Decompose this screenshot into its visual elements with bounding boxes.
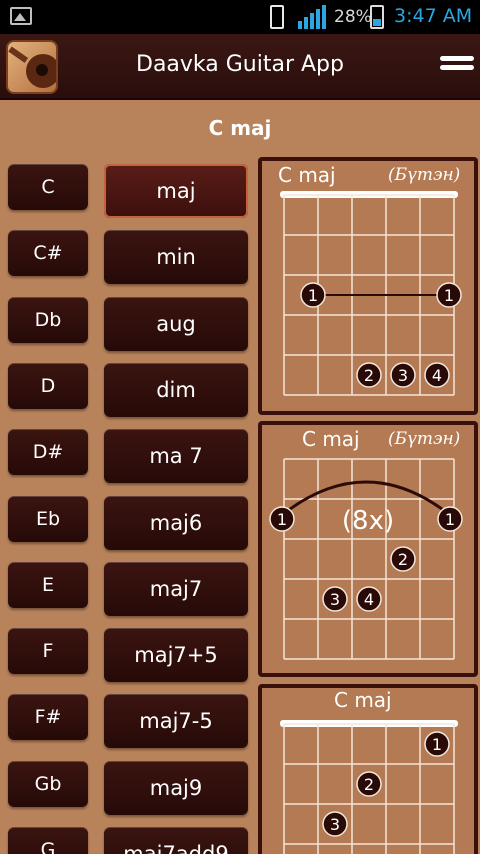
finger-dot: 2: [356, 771, 382, 797]
fretboard: (8x) 1 1 2 3 4: [269, 458, 463, 660]
quality-button[interactable]: maj7add9: [104, 827, 248, 854]
quality-button[interactable]: maj7+5: [104, 628, 248, 683]
quality-button[interactable]: maj6: [104, 495, 248, 550]
finger-dot: 2: [390, 546, 416, 572]
chord-title: C maj: [208, 116, 272, 140]
finger-number: 2: [364, 366, 374, 385]
finger-dot: 4: [424, 362, 450, 388]
chord-diagram: C maj (Бүтэн) 1 1 2 3 4: [258, 157, 478, 415]
finger-number: 1: [277, 510, 287, 529]
finger-number: 3: [330, 590, 340, 609]
root-button[interactable]: Eb: [8, 495, 88, 542]
fretboard: 1 1 2 3 4: [280, 191, 462, 396]
finger-number: 4: [432, 366, 442, 385]
app-title: Daavka Guitar App: [136, 52, 344, 77]
root-button[interactable]: F: [8, 628, 88, 675]
barre-label: (8x): [342, 506, 394, 536]
finger-dot: 3: [390, 362, 416, 388]
finger-number: 1: [444, 286, 454, 305]
finger-dot: 1: [300, 282, 326, 308]
menu-icon[interactable]: [440, 56, 474, 76]
root-button[interactable]: D#: [8, 429, 88, 476]
finger-number: 4: [364, 590, 374, 609]
finger-number: 2: [364, 775, 374, 794]
finger-number: 1: [432, 735, 442, 754]
finger-dot: 2: [356, 362, 382, 388]
finger-dot: 4: [356, 586, 382, 612]
finger-dot: 3: [322, 586, 348, 612]
finger-dot: 1: [269, 506, 295, 532]
finger-dot: 3: [322, 811, 348, 837]
finger-number: 1: [445, 510, 455, 529]
finger-dot: 1: [437, 506, 463, 532]
quality-button[interactable]: maj9: [104, 760, 248, 815]
quality-button[interactable]: min: [104, 230, 248, 285]
chord-diagram: C maj (Бүтэн) (8x) 1 1 2 3 4: [258, 421, 478, 677]
root-button[interactable]: Db: [8, 296, 88, 343]
quality-button[interactable]: ma 7: [104, 429, 248, 484]
signal-icon: [298, 5, 326, 29]
gallery-icon: [10, 7, 32, 25]
root-button[interactable]: D: [8, 362, 88, 409]
finger-number: 3: [398, 366, 408, 385]
battery-icon: [370, 5, 384, 29]
finger-dot: 1: [436, 282, 462, 308]
app-bar: Daavka Guitar App: [0, 34, 480, 100]
status-bar: 28% 3:47 AM: [0, 0, 480, 34]
root-button[interactable]: G: [8, 827, 88, 854]
finger-number: 2: [398, 550, 408, 569]
quality-button[interactable]: dim: [104, 362, 248, 417]
root-button[interactable]: F#: [8, 694, 88, 741]
quality-button[interactable]: aug: [104, 296, 248, 351]
chord-diagram: C maj 1 2 3: [258, 684, 478, 854]
finger-number: 1: [308, 286, 318, 305]
quality-button[interactable]: maj: [104, 164, 248, 218]
finger-number: 3: [330, 815, 340, 834]
root-button[interactable]: C: [8, 164, 88, 210]
quality-button[interactable]: maj7-5: [104, 694, 248, 749]
phone-icon: [270, 5, 284, 29]
quality-button[interactable]: maj7: [104, 561, 248, 616]
clock: 3:47 AM: [394, 5, 473, 27]
root-button[interactable]: C#: [8, 230, 88, 277]
battery-percent: 28%: [334, 7, 372, 27]
fretboard: 1 2 3: [280, 720, 458, 854]
root-button[interactable]: Gb: [8, 760, 88, 807]
root-button[interactable]: E: [8, 561, 88, 608]
finger-dot: 1: [424, 731, 450, 757]
